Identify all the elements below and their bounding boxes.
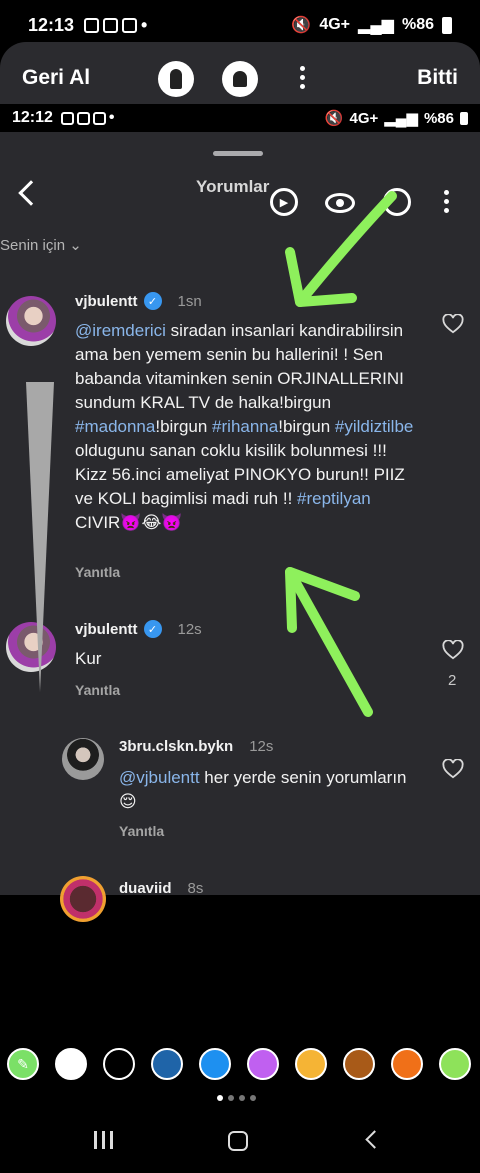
- color-swatch[interactable]: [151, 1048, 183, 1080]
- drawn-arrows: [285, 191, 397, 717]
- color-palette: ✎: [0, 1046, 480, 1082]
- system-nav-bar: [0, 1125, 480, 1155]
- back-icon[interactable]: [365, 1130, 384, 1149]
- color-swatch[interactable]: [247, 1048, 279, 1080]
- color-swatch[interactable]: [439, 1048, 471, 1080]
- page-indicator: [217, 1095, 256, 1101]
- recents-icon[interactable]: [94, 1131, 113, 1149]
- color-swatch[interactable]: [391, 1048, 423, 1080]
- color-swatch[interactable]: [199, 1048, 231, 1080]
- color-swatch[interactable]: [55, 1048, 87, 1080]
- color-swatch[interactable]: [103, 1048, 135, 1080]
- color-swatch[interactable]: [343, 1048, 375, 1080]
- home-icon[interactable]: [228, 1131, 248, 1151]
- color-swatch[interactable]: [295, 1048, 327, 1080]
- eyedropper-icon[interactable]: ✎: [7, 1048, 39, 1080]
